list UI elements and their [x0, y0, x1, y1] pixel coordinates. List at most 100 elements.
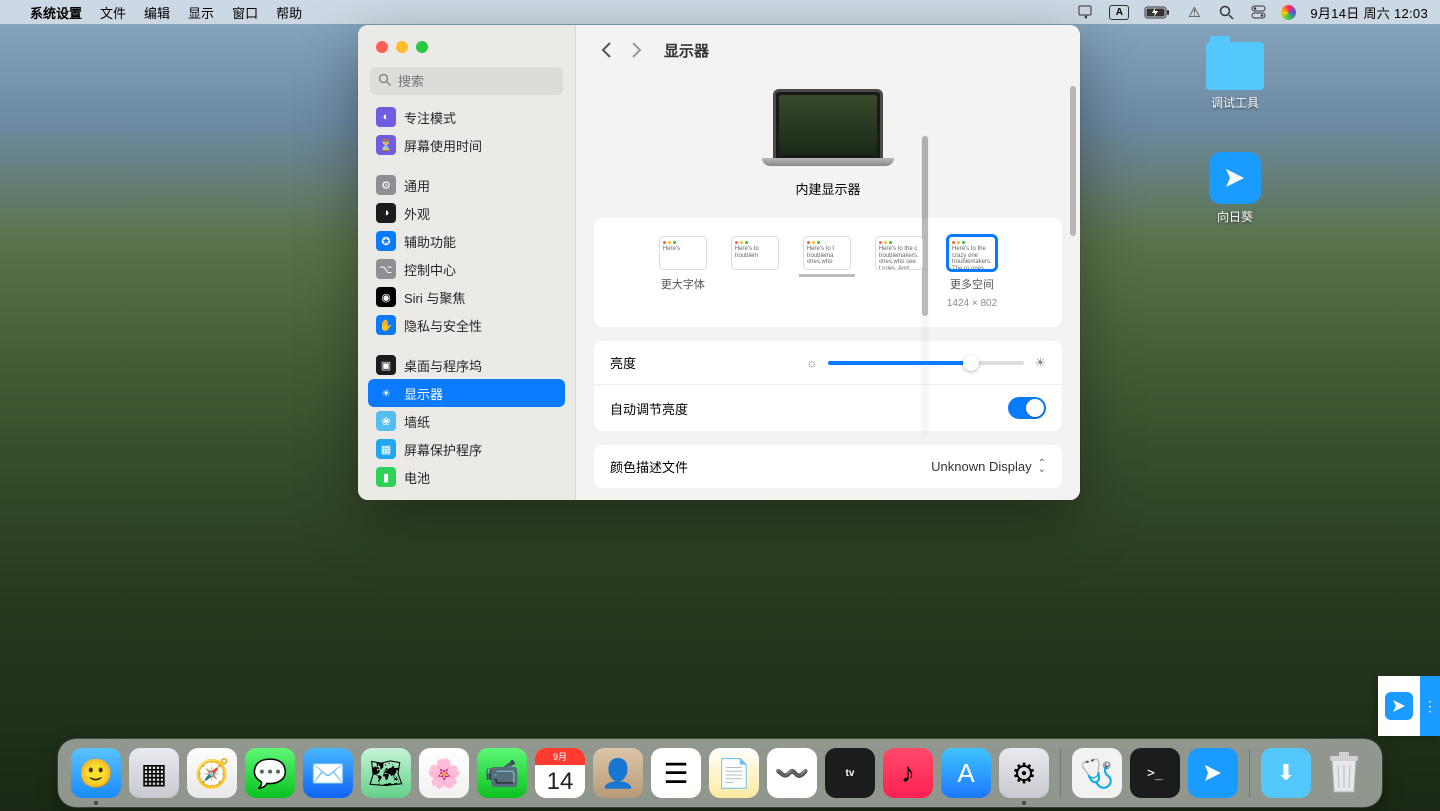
sidebar-icon: ⌥ [376, 259, 396, 279]
sidebar-item-通用[interactable]: ⚙ 通用 [368, 171, 565, 199]
sidebar-item-显示器[interactable]: ☀显示器 [368, 379, 565, 407]
content-scrollbar[interactable] [1069, 85, 1077, 485]
display-name: 内建显示器 [795, 179, 860, 198]
dock-facetime[interactable]: 📹 [477, 748, 527, 798]
menu-edit[interactable]: 编辑 [144, 3, 170, 22]
content-pane: 显示器 内建显示器 Here's更大字体Here's to troublemHe… [576, 25, 1080, 500]
sidebar-icon: ⏳ [376, 135, 396, 155]
sunlogin-float-widget[interactable]: ⋮ [1378, 676, 1440, 736]
dock-diskutil[interactable]: 🩺 [1072, 748, 1122, 798]
sidebar-scrollbar[interactable] [921, 135, 929, 435]
color-profile-panel: 颜色描述文件 Unknown Display ⌃⌄ [594, 445, 1062, 488]
sidebar-label: 通用 [404, 176, 430, 195]
auto-brightness-toggle[interactable] [1008, 397, 1046, 419]
sidebar-item-Siri 与聚焦[interactable]: ◉Siri 与聚焦 [368, 283, 565, 311]
sidebar-icon: ⚙ [376, 175, 396, 195]
laptop-icon [773, 89, 883, 161]
dock-finder[interactable]: 🙂 [71, 748, 121, 798]
menu-file[interactable]: 文件 [100, 3, 126, 22]
resolution-panel: Here's更大字体 Here's to troublem Here's to t … [594, 218, 1062, 327]
dock-downloads[interactable]: ⬇ [1261, 748, 1311, 798]
menu-help[interactable]: 帮助 [276, 3, 302, 22]
sidebar-label: 墙纸 [404, 412, 430, 431]
chevron-updown-icon: ⌃⌄ [1038, 461, 1046, 473]
control-center-icon[interactable] [1249, 3, 1267, 21]
menu-window[interactable]: 窗口 [232, 3, 258, 22]
dock-music[interactable]: ♪ [883, 748, 933, 798]
dock-launchpad[interactable]: ▦ [129, 748, 179, 798]
dock: 🙂▦🧭💬✉️🗺🌸📹9月14👤☰📄〰️tv♪A⚙ 🩺>_ ⬇ [58, 739, 1382, 807]
color-profile-dropdown[interactable]: Unknown Display ⌃⌄ [931, 459, 1046, 474]
resolution-option[interactable]: Here's to the c troublemakers. ones who … [875, 236, 923, 270]
sidebar-item-墙纸[interactable]: ❀ 墙纸 [368, 407, 565, 435]
dock-messages[interactable]: 💬 [245, 748, 295, 798]
sidebar-label: 屏幕使用时间 [404, 136, 482, 155]
dock-contacts[interactable]: 👤 [593, 748, 643, 798]
sidebar-item-专注模式[interactable]: ◐专注模式 [368, 103, 565, 131]
sidebar-label: 桌面与程序坞 [404, 356, 482, 375]
battery-icon[interactable] [1143, 3, 1171, 21]
sidebar-item-隐私与安全性[interactable]: ✋隐私与安全性 [368, 311, 565, 339]
search-input[interactable] [370, 67, 563, 95]
menu-view[interactable]: 显示 [188, 3, 214, 22]
warning-icon[interactable]: ⚠ [1185, 3, 1203, 21]
siri-icon[interactable] [1281, 5, 1296, 20]
minimize-button[interactable] [396, 41, 408, 53]
resolution-option[interactable]: Here's更大字体 [659, 236, 707, 292]
sidebar-label: 隐私与安全性 [404, 316, 482, 335]
desktop-folder-debug[interactable]: 调试工具 [1190, 42, 1280, 111]
spotlight-icon[interactable] [1217, 3, 1235, 21]
sidebar-label: 电池 [404, 468, 430, 487]
dock-maps[interactable]: 🗺 [361, 748, 411, 798]
page-title: 显示器 [664, 40, 709, 61]
sidebar-item-屏幕使用时间[interactable]: ⏳ 屏幕使用时间 [368, 131, 565, 159]
resolution-option[interactable]: Here's to troublem [731, 236, 779, 270]
app-name[interactable]: 系统设置 [30, 3, 82, 22]
fullscreen-button[interactable] [416, 41, 428, 53]
back-button[interactable] [594, 38, 618, 62]
dock-tv[interactable]: tv [825, 748, 875, 798]
dock-reminders[interactable]: ☰ [651, 748, 701, 798]
sidebar-item-外观[interactable]: ◑外观 [368, 199, 565, 227]
input-source-icon[interactable]: A [1109, 5, 1129, 20]
sidebar-item-辅助功能[interactable]: ✪辅助功能 [368, 227, 565, 255]
sidebar-item-屏幕保护程序[interactable]: ▦ 屏幕保护程序 [368, 435, 565, 463]
close-button[interactable] [376, 41, 388, 53]
dock-trash[interactable] [1319, 748, 1369, 798]
display-preview: 内建显示器 [594, 75, 1062, 218]
sidebar: ◐专注模式 ⏳ 屏幕使用时间 ⚙ 通用 ◑外观✪辅助功能⌥控制中心◉Siri 与聚焦✋隐私… [358, 25, 576, 500]
sidebar-item-控制中心[interactable]: ⌥控制中心 [368, 255, 565, 283]
window-controls [358, 25, 575, 53]
screen-mirror-icon[interactable] [1077, 3, 1095, 21]
sidebar-search [370, 67, 563, 95]
more-icon[interactable]: ⋮ [1420, 676, 1440, 736]
brightness-slider[interactable] [828, 361, 1024, 365]
dock-freeform[interactable]: 〰️ [767, 748, 817, 798]
dock-photos[interactable]: 🌸 [419, 748, 469, 798]
sidebar-label: 屏幕保护程序 [404, 440, 482, 459]
brightness-panel: 亮度 ☼ ☀ 自动调节亮度 [594, 341, 1062, 431]
dock-appstore[interactable]: A [941, 748, 991, 798]
desktop-app-sunlogin[interactable]: 向日葵 [1190, 152, 1280, 225]
sidebar-item-桌面与程序坞[interactable]: ▣桌面与程序坞 [368, 351, 565, 379]
dock-terminal[interactable]: >_ [1130, 748, 1180, 798]
dock-settings[interactable]: ⚙ [999, 748, 1049, 798]
dock-mail[interactable]: ✉️ [303, 748, 353, 798]
dock-sunlogin[interactable] [1188, 748, 1238, 798]
dock-notes[interactable]: 📄 [709, 748, 759, 798]
sidebar-label: 专注模式 [404, 108, 456, 127]
resolution-option[interactable]: Here's to t troublema ones who [803, 236, 851, 270]
sidebar-label: 显示器 [404, 384, 443, 403]
dock-safari[interactable]: 🧭 [187, 748, 237, 798]
sidebar-icon: ◉ [376, 287, 396, 307]
forward-button[interactable] [624, 38, 648, 62]
sun-high-icon: ☀ [1034, 355, 1046, 371]
resolution-option[interactable]: Here's to the crazy one troublemakers. T… [947, 236, 997, 309]
dock-calendar[interactable]: 9月14 [535, 748, 585, 798]
sidebar-item-电池[interactable]: ▮电池 [368, 463, 565, 491]
sidebar-icon: ▦ [376, 439, 396, 459]
sidebar-icon: ❀ [376, 411, 396, 431]
sunlogin-icon [1385, 692, 1413, 720]
datetime[interactable]: 9月14日 周六 12:03 [1310, 3, 1428, 22]
color-profile-label: 颜色描述文件 [610, 457, 688, 476]
